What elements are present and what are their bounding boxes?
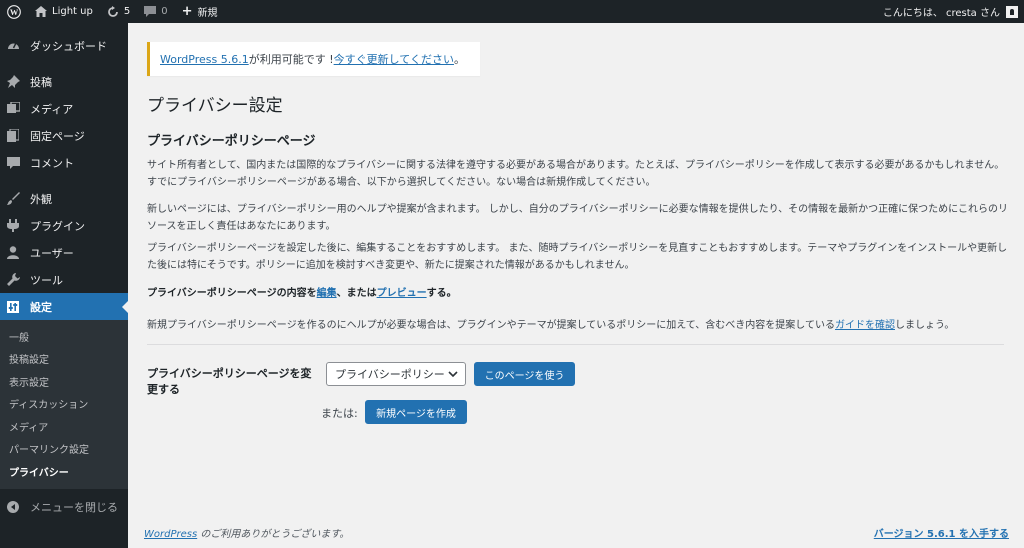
recommend-paragraph: プライバシーポリシーページを設定した後に、編集することをおすすめします。 また、…: [147, 243, 1008, 271]
menu-item-settings[interactable]: 設定: [0, 293, 128, 320]
menu-label: ユーザー: [30, 246, 74, 260]
wrench-icon: [6, 273, 20, 287]
updates-count: 5: [123, 6, 131, 17]
menu-item-comments[interactable]: コメント: [0, 149, 128, 176]
menu-item-posts[interactable]: 投稿: [0, 68, 128, 95]
plus-icon: +: [181, 4, 193, 19]
media-icon: [6, 102, 20, 116]
collapse-arrow-icon: [7, 500, 19, 513]
edit-suffix: する。: [426, 288, 457, 299]
help-paragraph: 新しいページには、プライバシーポリシー用のヘルプや提案が含まれます。 しかし、自…: [147, 204, 1008, 232]
user-icon: [6, 246, 20, 260]
select-value: プライバシーポリシー: [335, 368, 445, 381]
page-title: プライバシー設定: [147, 96, 283, 116]
home-icon: [35, 6, 47, 17]
brush-icon: [6, 192, 20, 206]
preview-link[interactable]: プレビュー: [377, 288, 427, 299]
guide-prefix: 新規プライバシーポリシーページを作るのにヘルプが必要な場合は、プラグインやテーマ…: [147, 320, 835, 331]
greeting: こんにちは、 cresta さん: [882, 8, 1000, 19]
create-new-page-button[interactable]: 新規ページを作成: [365, 400, 467, 424]
comments-count: 0: [161, 6, 168, 17]
menu-label: ツール: [30, 273, 63, 287]
my-account-link[interactable]: こんにちは、 cresta さん: [876, 0, 1024, 23]
updates-link[interactable]: 5: [100, 0, 137, 23]
menu-item-dashboard[interactable]: ダッシュボード: [0, 32, 128, 59]
site-name: Light up: [52, 6, 93, 17]
admin-bar: W Light up 5 0 + 新規 こんにちは、 cresta さん: [0, 0, 1024, 23]
menu-label: コメント: [30, 156, 74, 170]
menu-item-pages[interactable]: 固定ページ: [0, 122, 128, 149]
edit-preview-paragraph: プライバシーポリシーページの内容を編集、またはプレビューする。: [147, 285, 1009, 302]
menu-label: 固定ページ: [30, 129, 85, 143]
menu-label: メディア: [30, 102, 74, 116]
submenu-item-reading[interactable]: 表示設定: [0, 370, 128, 393]
update-notice: WordPress 5.6.1 が利用可能です ! 今すぐ更新してください 。: [147, 42, 480, 76]
footer-version: バージョン 5.6.1 を入手する: [874, 525, 1009, 540]
main-content: WordPress 5.6.1 が利用可能です ! 今すぐ更新してください 。 …: [128, 23, 1024, 548]
menu-label: ダッシュボード: [30, 39, 107, 53]
guide-link[interactable]: ガイドを確認: [835, 320, 895, 331]
menu-item-plugins[interactable]: プラグイン: [0, 212, 128, 239]
menu-item-users[interactable]: ユーザー: [0, 239, 128, 266]
page-icon: [6, 129, 20, 143]
intro-paragraph: サイト所有者として、国内または国際的なプライバシーに関する法律を遵守する必要があ…: [147, 160, 1005, 188]
edit-prefix: プライバシーポリシーページの内容を: [147, 288, 317, 299]
comment-icon: [6, 156, 20, 170]
get-version-link[interactable]: バージョン 5.6.1 を入手する: [874, 529, 1009, 540]
refresh-icon: [107, 5, 118, 17]
wordpress-version-link[interactable]: WordPress 5.6.1: [160, 53, 249, 66]
notice-text: が利用可能です !: [248, 53, 334, 66]
chevron-down-icon: [448, 371, 458, 378]
footer-thanks-text: のご利用ありがとうございます。: [197, 529, 350, 540]
section-title: プライバシーポリシーページ: [147, 134, 316, 149]
submenu-item-writing[interactable]: 投稿設定: [0, 348, 128, 371]
plugin-icon: [6, 219, 20, 233]
menu-item-appearance[interactable]: 外観: [0, 185, 128, 212]
settings-icon: [6, 300, 20, 314]
submenu-item-discussion[interactable]: ディスカッション: [0, 393, 128, 416]
comments-link[interactable]: 0: [137, 0, 174, 23]
dashboard-icon: [6, 39, 20, 53]
edit-link[interactable]: 編集: [317, 288, 337, 299]
submenu-item-general[interactable]: 一般: [0, 325, 128, 348]
menu-label: 外観: [30, 192, 52, 206]
submenu-item-privacy[interactable]: プライバシー: [0, 460, 128, 483]
footer-wordpress-link[interactable]: WordPress: [144, 529, 197, 540]
divider: [147, 344, 1004, 345]
menu-item-tools[interactable]: ツール: [0, 266, 128, 293]
comment-bubble-icon: [144, 6, 157, 17]
update-now-link[interactable]: 今すぐ更新してください: [334, 51, 454, 67]
collapse-menu-button[interactable]: メニューを閉じる: [0, 492, 128, 522]
settings-submenu: 一般 投稿設定 表示設定 ディスカッション メディア パーマリンク設定 プライバ…: [0, 320, 128, 489]
submenu-item-media[interactable]: メディア: [0, 415, 128, 438]
use-this-page-button[interactable]: このページを使う: [474, 362, 575, 386]
wordpress-logo-icon[interactable]: W: [0, 0, 28, 23]
submenu-item-permalinks[interactable]: パーマリンク設定: [0, 438, 128, 461]
notice-end: 。: [453, 53, 465, 66]
svg-text:W: W: [10, 8, 19, 17]
menu-label: 設定: [30, 300, 52, 314]
or-label: または:: [321, 407, 358, 420]
site-name-link[interactable]: Light up: [28, 0, 100, 23]
edit-mid: 、または: [336, 288, 377, 299]
new-label: 新規: [197, 8, 218, 19]
new-content-link[interactable]: + 新規: [175, 0, 225, 23]
guide-paragraph: 新規プライバシーポリシーページを作るのにヘルプが必要な場合は、プラグインやテーマ…: [147, 317, 1009, 334]
pin-icon: [6, 75, 20, 89]
menu-label: 投稿: [30, 75, 52, 89]
privacy-page-select[interactable]: プライバシーポリシー: [326, 362, 466, 386]
menu-item-media[interactable]: メディア: [0, 95, 128, 122]
footer-thanks: WordPress のご利用ありがとうございます。: [144, 525, 349, 540]
change-page-label: プライバシーポリシーページを変更する: [147, 367, 312, 396]
avatar: [1006, 5, 1018, 18]
admin-menu: ダッシュボード 投稿 メディア 固定ページ コメント 外観 プラグイン ユーザー…: [0, 23, 128, 548]
menu-label: プラグイン: [30, 219, 85, 233]
guide-suffix: しましょう。: [895, 320, 955, 331]
collapse-label: メニューを閉じる: [30, 500, 118, 514]
